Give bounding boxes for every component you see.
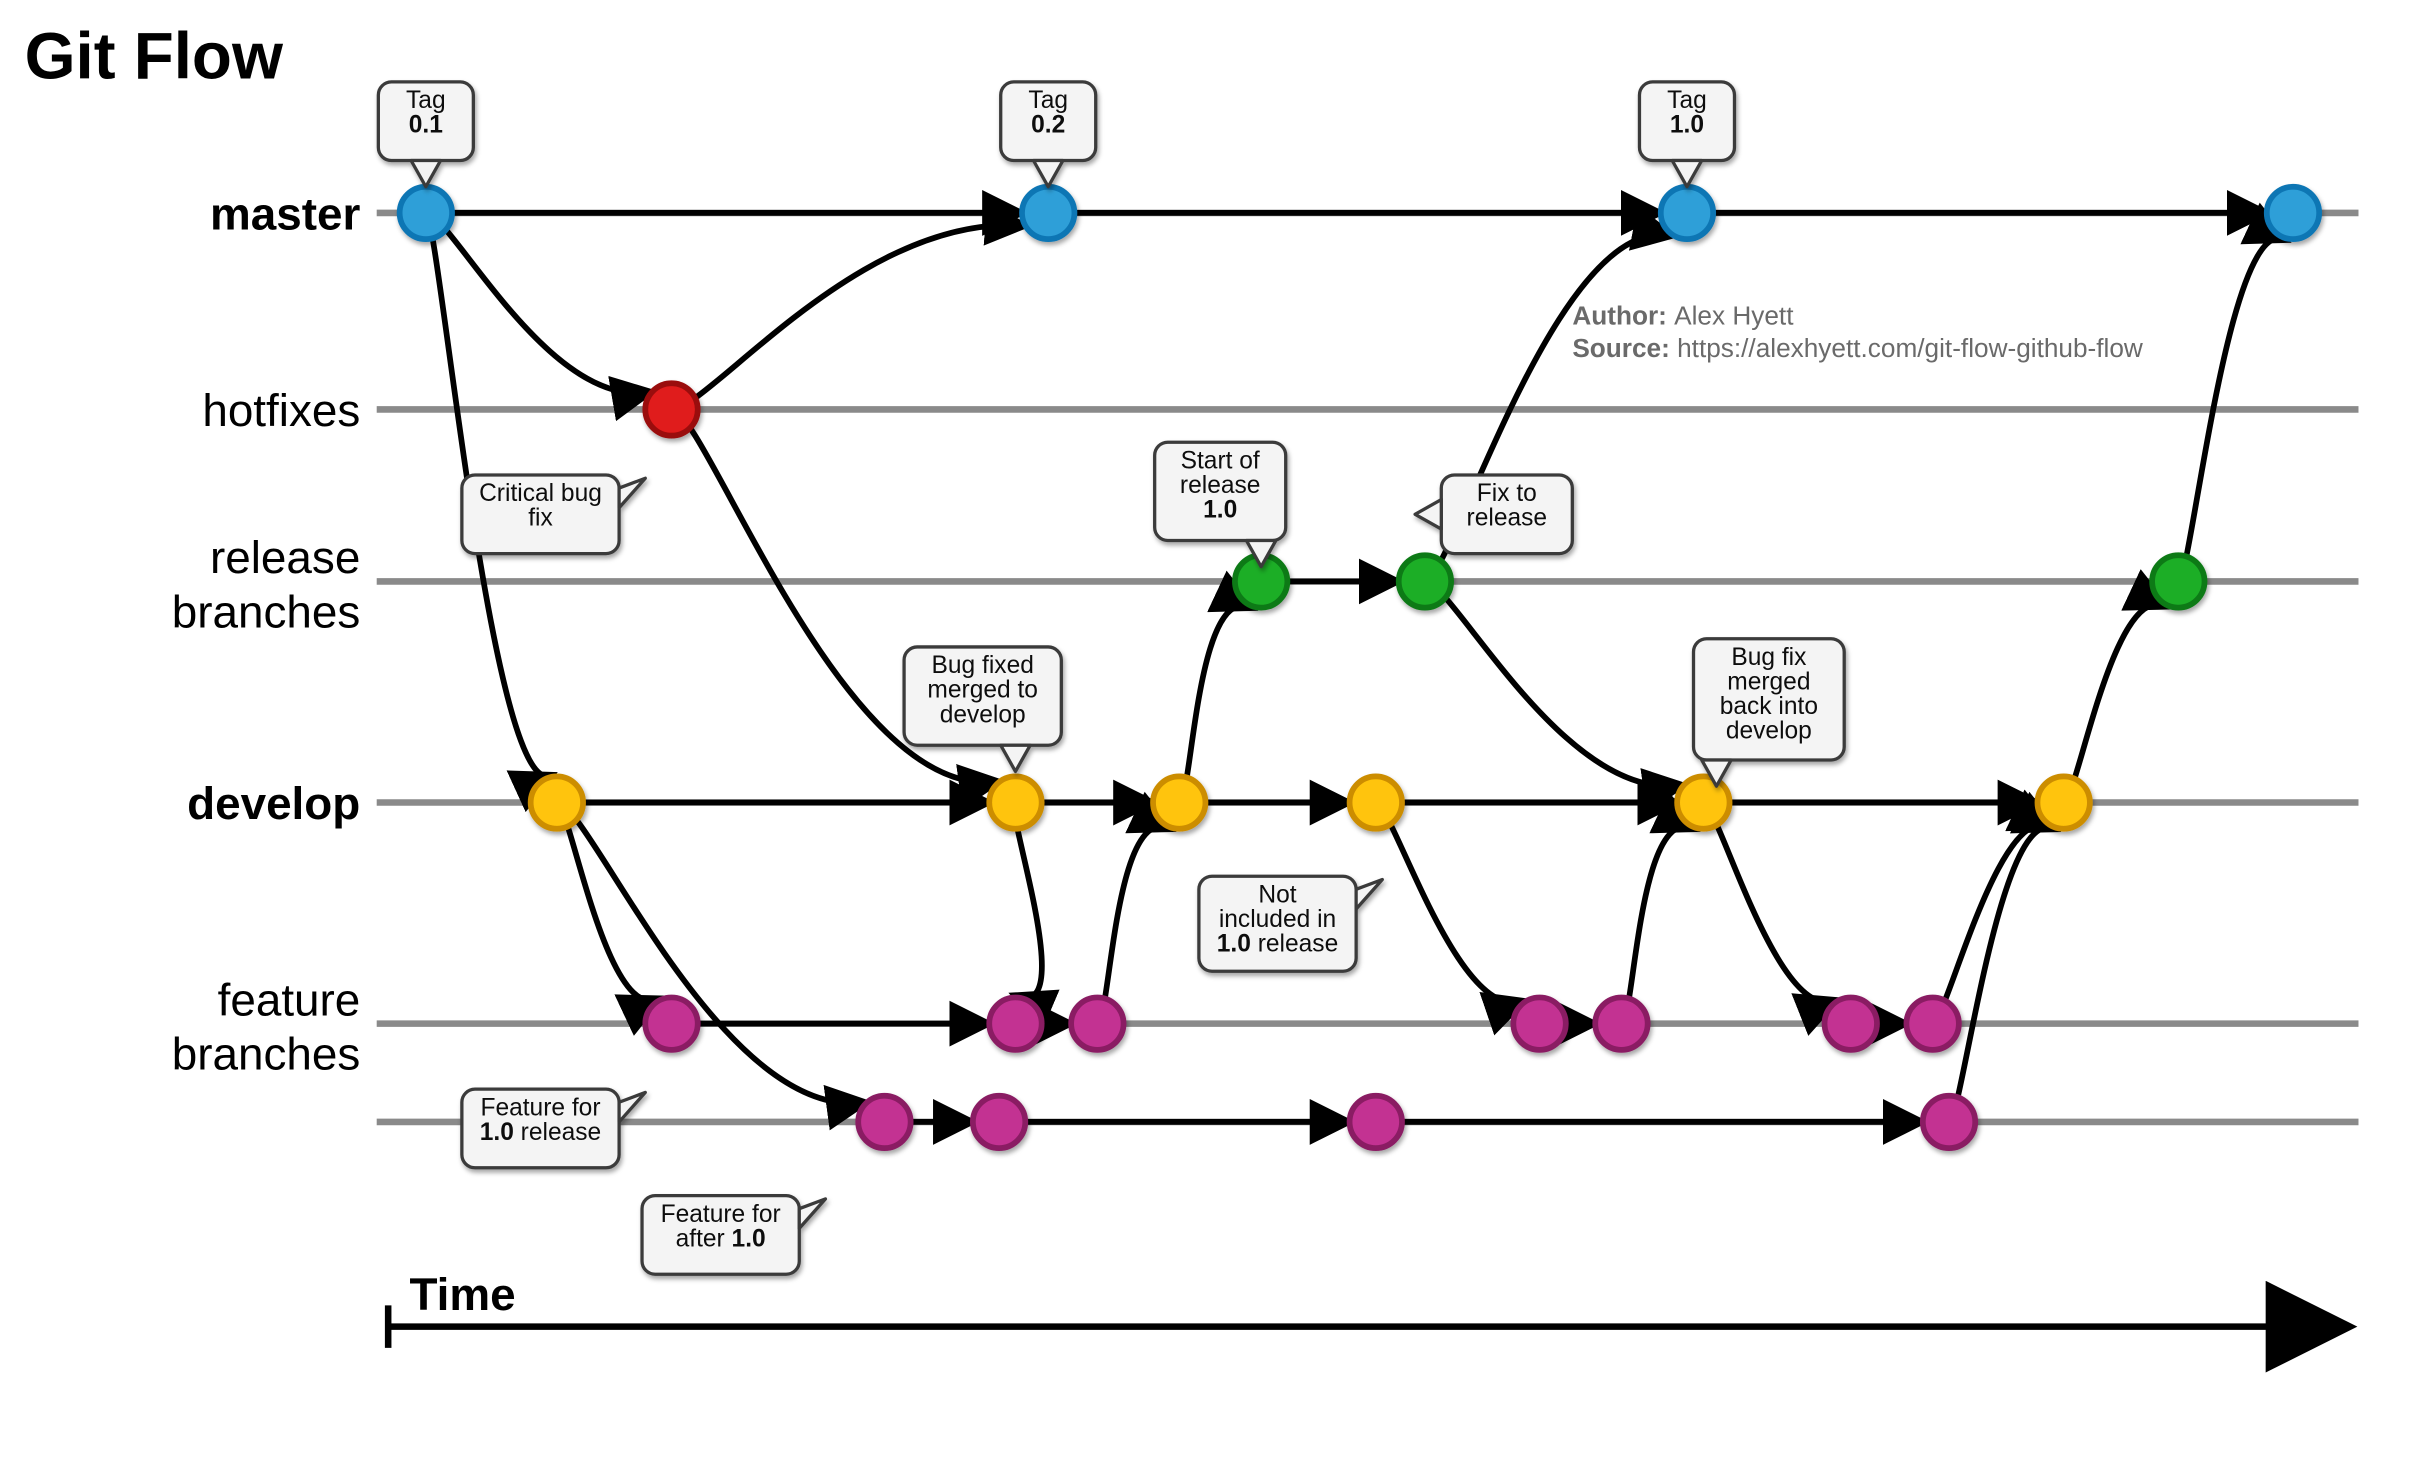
edge-d2-f1b [1014,803,1042,999]
svg-text:1.0 release: 1.0 release [480,1119,601,1146]
commit-m2 [1022,187,1074,239]
svg-text:Feature for: Feature for [480,1094,600,1121]
svg-text:release: release [1467,505,1548,532]
edge-d1-f2a [557,803,865,1104]
gitflow-diagram: Git Flow Author: Alex Hyett Source: http… [0,0,2424,1474]
commit-r3 [2152,555,2204,607]
svg-text:0.2: 0.2 [1031,112,1065,139]
svg-text:Fix to: Fix to [1477,480,1537,507]
svg-text:Time: Time [409,1268,515,1320]
svg-text:release: release [1180,472,1261,499]
commit-f1a [645,997,697,1049]
commit-d6 [2037,776,2089,828]
commit-d3 [1153,776,1205,828]
svg-text:Tag: Tag [406,87,446,114]
commit-r2 [1399,555,1451,607]
svg-text:merged: merged [1727,669,1810,696]
svg-text:included in: included in [1219,906,1336,933]
callout-notincl: Notincluded in1.0 release [1199,876,1382,971]
commit-f1g [1906,997,1958,1049]
commit-d5 [1677,776,1729,828]
svg-text:1.0 release: 1.0 release [1217,931,1338,958]
commit-f1b [989,997,1041,1049]
svg-text:0.1: 0.1 [409,112,443,139]
svg-text:merged to: merged to [927,677,1038,704]
edge-f1g-d6 [1933,825,2050,1024]
svg-text:Source: https://alexhyett.com/: Source: https://alexhyett.com/git-flow-g… [1572,333,2143,363]
svg-text:Not: Not [1258,881,1296,908]
attribution: Author: Alex Hyett Source: https://alexh… [1572,300,2143,363]
svg-text:after 1.0: after 1.0 [676,1225,766,1252]
svg-text:Feature for: Feature for [661,1201,781,1228]
commit-m3 [1661,187,1713,239]
commit-f2a [858,1096,910,1148]
svg-text:back into: back into [1720,693,1818,720]
svg-text:Bug fixed: Bug fixed [932,652,1034,679]
edge-f1c-d3 [1097,827,1169,1024]
commit-d1 [531,776,583,828]
commit-f2c [1350,1096,1402,1148]
edge-d6-r3 [2064,604,2166,802]
svg-text:Author: Alex Hyett: Author: Alex Hyett [1572,300,1794,330]
edge-d1-f1a [557,803,659,1001]
commit-f2d [1923,1096,1975,1148]
commit-m1 [400,187,452,239]
lane-label-master: master [210,187,361,239]
callout-tag02: Tag0.2 [1001,82,1096,187]
commit-f1f [1825,997,1877,1049]
time-axis: Time [388,1268,2342,1348]
commit-d2 [989,776,1041,828]
svg-text:develop: develop [1726,718,1812,745]
lane-label-hotfixes: hotfixes [202,384,360,436]
commit-f1e [1595,997,1647,1049]
edge-r2-d5 [1425,581,1682,786]
commit-d4 [1350,776,1402,828]
callout-tag01: Tag0.1 [378,82,473,187]
callout-critbug: Critical bugfix [462,475,645,554]
svg-text:branches: branches [172,585,361,637]
edge-m1-h1 [426,213,650,393]
commit-f1d [1513,997,1565,1049]
svg-text:1.0: 1.0 [1670,112,1704,139]
edge-d4-f1d [1376,803,1523,1003]
svg-text:fix: fix [528,505,553,532]
lane-label-feature1: feature [218,973,361,1025]
edge-d3-r1 [1179,605,1251,802]
callout-startrel: Start ofrelease1.0 [1155,442,1286,566]
commit-f2b [973,1096,1025,1148]
svg-text:Bug fix: Bug fix [1731,644,1807,671]
svg-text:Start of: Start of [1181,447,1260,474]
callout-tag10: Tag1.0 [1639,82,1734,187]
callout-featfor10: Feature for1.0 release [462,1089,645,1168]
svg-text:1.0: 1.0 [1203,497,1237,524]
callout-bugfixdev: Bug fixedmerged todevelop [904,647,1061,771]
commit-f1c [1071,997,1123,1049]
commit-h1 [645,383,697,435]
callout-fixrel: Fix torelease [1415,475,1572,554]
svg-text:develop: develop [940,701,1026,728]
edge-f1e-d5 [1621,827,1693,1024]
callout-featafter10: Feature forafter 1.0 [642,1196,825,1275]
svg-text:Critical bug: Critical bug [479,480,602,507]
lane-label-release: release [210,531,360,583]
svg-text:Tag: Tag [1028,87,1068,114]
diagram-title: Git Flow [25,20,284,93]
edge-h1-m2 [672,225,1024,409]
edge-d5-f1f [1703,803,1835,1003]
svg-text:branches: branches [172,1028,361,1080]
svg-text:Tag: Tag [1667,87,1707,114]
callout-bugfixback: Bug fixmergedback intodevelop [1694,639,1845,786]
edge-f2d-d6 [1949,827,2054,1122]
lane-label-develop: develop [187,777,360,829]
commit-m4 [2267,187,2319,239]
